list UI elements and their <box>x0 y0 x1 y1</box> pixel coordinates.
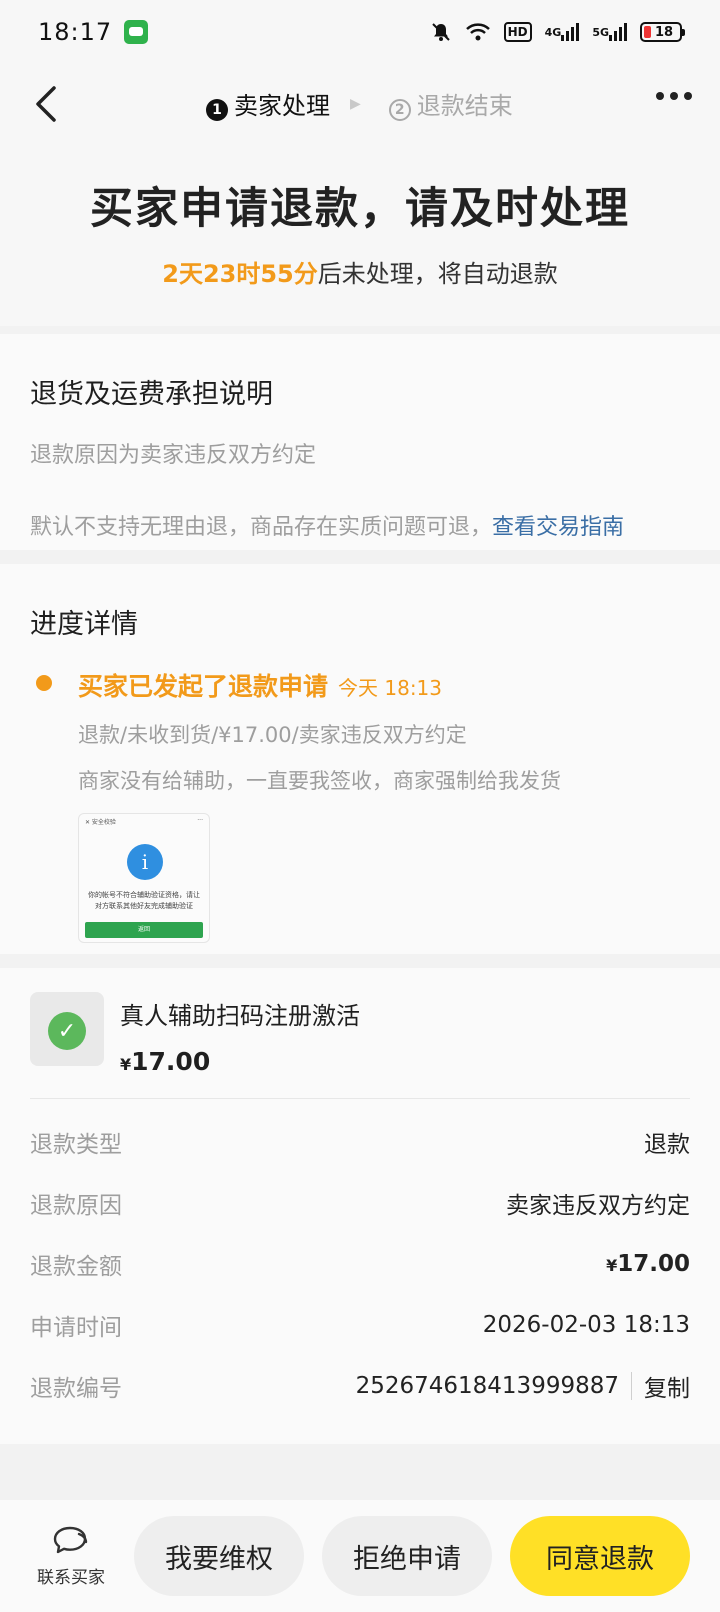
refund-amount-row: 退款金额 ¥17.00 <box>30 1233 690 1294</box>
wifi-icon <box>465 22 491 42</box>
progress-item: 买家已发起了退款申请 今天 18:13 退款/未收到货/¥17.00/卖家违反双方… <box>30 667 690 943</box>
countdown-value: 2天23时55分 <box>162 260 318 288</box>
evidence-message: 你的帐号不符合辅助验证资格，请让对方联系其他好友完成辅助验证 <box>88 891 200 910</box>
refund-type-label: 退款类型 <box>30 1131 122 1158</box>
step-arrow-icon: ▶ <box>350 95 361 112</box>
refund-amount-label: 退款金额 <box>30 1253 122 1280</box>
status-icons: HD 4G 5G 18 <box>430 21 685 43</box>
trade-guide-link[interactable]: 查看交易指南 <box>492 515 624 540</box>
product-price: ¥17.00 <box>120 1047 360 1076</box>
policy-note: 默认不支持无理由退，商品存在实质问题可退，查看交易指南 <box>30 509 690 541</box>
step-seller-handle: 1 卖家处理 <box>206 86 330 121</box>
policy-note-text: 默认不支持无理由退，商品存在实质问题可退， <box>30 515 493 540</box>
policy-reason: 退款原因为卖家违反双方约定 <box>30 443 317 468</box>
countdown-suffix: 后未处理，将自动退款 <box>317 260 558 288</box>
refund-number: 252674618413999887 复制 <box>356 1369 690 1403</box>
chat-icon <box>30 1525 112 1557</box>
top-area: 18:17 HD 4G 5G 18 1 卖家处理 ▶ 2 退款结束 买家申请退款… <box>0 0 720 326</box>
evidence-more: ··· <box>197 817 203 824</box>
battery-level: 18 <box>654 24 674 40</box>
policy-title: 退货及运费承担说明 <box>30 379 273 410</box>
refund-steps: 1 卖家处理 ▶ 2 退款结束 <box>206 86 513 121</box>
step-1-number: 1 <box>206 99 228 121</box>
bottom-action-bar: 联系买家 我要维权 拒绝申请 同意退款 <box>0 1500 720 1612</box>
apply-time-value: 2026-02-03 18:13 <box>482 1311 690 1338</box>
apply-time-label: 申请时间 <box>30 1314 122 1341</box>
contact-buyer-button[interactable]: 联系买家 <box>30 1525 112 1588</box>
evidence-image[interactable]: ✕ 安全校验 ··· i 你的帐号不符合辅助验证资格，请让对方联系其他好友完成辅助… <box>78 813 210 943</box>
network-4g-label: 4G <box>544 25 562 39</box>
product-price-symbol: ¥ <box>120 1055 132 1074</box>
refund-number-row: 退款编号 252674618413999887 复制 <box>30 1355 690 1416</box>
countdown-line: 2天23时55分后未处理，将自动退款 <box>0 254 720 289</box>
signal-4g-icon: 4G <box>545 23 580 41</box>
divider <box>631 1371 632 1400</box>
refund-amount-number: 17.00 <box>617 1250 690 1277</box>
info-icon: i <box>127 844 163 880</box>
copy-button[interactable]: 复制 <box>644 1369 690 1403</box>
refund-amount-value: ¥17.00 <box>606 1251 690 1277</box>
evidence-header: ✕ 安全校验 <box>85 819 116 826</box>
rights-button[interactable]: 我要维权 <box>134 1516 304 1596</box>
progress-comment: 商家没有给辅助，一直要我签收，商家强制给我发货 <box>78 769 561 793</box>
refund-reason-value: 卖家违反双方约定 <box>506 1192 690 1219</box>
page-title: 买家申请退款，请及时处理 <box>90 184 630 234</box>
hd-icon: HD <box>503 22 532 42</box>
step-2-number: 2 <box>388 99 411 121</box>
step-1-label: 卖家处理 <box>234 92 330 120</box>
refund-amount-symbol: ¥ <box>606 1255 618 1275</box>
progress-event-time: 今天 18:13 <box>338 676 443 700</box>
contact-buyer-label: 联系买家 <box>37 1567 105 1588</box>
status-bar: 18:17 HD 4G 5G 18 <box>0 0 720 64</box>
policy-card: 退货及运费承担说明 退款原因为卖家违反双方约定 默认不支持无理由退，商品存在实质… <box>0 334 720 550</box>
progress-title: 进度详情 <box>30 609 138 640</box>
product-name: 真人辅助扫码注册激活 <box>120 1002 360 1030</box>
battery-icon: 18 <box>640 22 685 42</box>
progress-card: 进度详情 买家已发起了退款申请 今天 18:13 退款/未收到货/¥17.00/卖… <box>0 564 720 954</box>
evidence-button: 返回 <box>85 922 203 938</box>
order-detail-card: ✓ 真人辅助扫码注册激活 ¥17.00 退款类型 退款 退款原因 卖家违反双方约… <box>0 968 720 1444</box>
step-2-label: 退款结束 <box>416 92 513 120</box>
more-icon[interactable] <box>656 92 692 100</box>
progress-detail: 退款/未收到货/¥17.00/卖家违反双方约定 <box>78 723 467 747</box>
refund-reason-row: 退款原因 卖家违反双方约定 <box>30 1172 690 1233</box>
reject-button[interactable]: 拒绝申请 <box>322 1516 492 1596</box>
refund-type-value: 退款 <box>644 1131 690 1158</box>
refund-reason-label: 退款原因 <box>30 1192 122 1219</box>
agree-refund-button[interactable]: 同意退款 <box>510 1516 690 1596</box>
product-thumbnail: ✓ <box>30 992 104 1066</box>
network-5g-label: 5G <box>592 25 609 39</box>
product-price-value: 17.00 <box>131 1047 211 1076</box>
back-icon[interactable] <box>28 84 68 124</box>
signal-5g-icon: 5G <box>592 23 627 41</box>
progress-dot <box>36 675 52 691</box>
apply-time-row: 申请时间 2026-02-03 18:13 <box>30 1294 690 1355</box>
product-row[interactable]: ✓ 真人辅助扫码注册激活 ¥17.00 <box>30 968 690 1099</box>
refund-number-value: 252674618413999887 <box>355 1372 619 1399</box>
app-notification-icon <box>124 20 149 44</box>
status-time: 18:17 <box>38 18 113 46</box>
check-icon: ✓ <box>48 1012 86 1050</box>
step-refund-end: 2 退款结束 <box>388 86 513 121</box>
progress-event-title: 买家已发起了退款申请 <box>78 672 329 701</box>
refund-type-row: 退款类型 退款 <box>30 1111 690 1172</box>
refund-number-label: 退款编号 <box>30 1375 122 1402</box>
bell-mute-icon <box>430 21 452 43</box>
nav-bar: 1 卖家处理 ▶ 2 退款结束 <box>0 64 720 144</box>
